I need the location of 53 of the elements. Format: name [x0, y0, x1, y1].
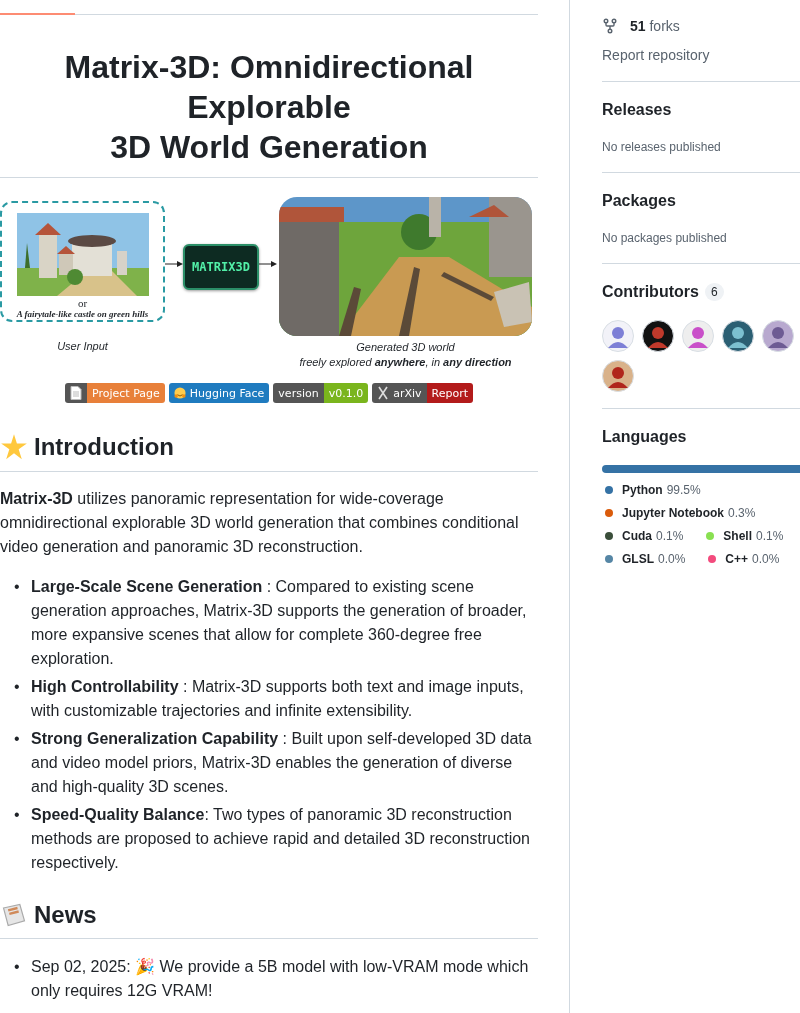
language-percent: 0.0% [658, 551, 686, 568]
model-box: MATRIX3D [183, 244, 259, 290]
language-percent: 0.0% [752, 551, 780, 568]
count-badge: 6 [704, 283, 724, 301]
section-heading: Introduction [34, 432, 174, 462]
cross-icon [377, 386, 390, 400]
language-percent: 99.5% [666, 482, 701, 499]
section-heading: News [34, 900, 97, 930]
section-title: Contributors [602, 282, 699, 302]
output-caption: freely explored anywhere, in any direction [299, 355, 512, 370]
newspaper-icon [0, 901, 28, 929]
news-item: Sep 02, 2025: 🎉 We provide a 5B model with low-VRAM mode which only requires 12G VRAM! [31, 957, 530, 1001]
section-title: Languages [602, 427, 688, 447]
bullet-marker: • [13, 805, 21, 825]
avatar[interactable] [722, 320, 754, 352]
readme-title: Matrix-3D: Omnidirectional Explorable 3D World Generation [0, 47, 538, 178]
document-icon [70, 386, 82, 400]
feature-item: High Controllability : Matrix-3D supports both text and image inputs, with customizable trajectories and infinite extensibility. [31, 677, 525, 721]
language-percent: 0.3% [728, 505, 756, 522]
empty-text: No packages published [602, 230, 728, 247]
feature-item: Large-Scale Scene Generation : Compared to existing scene generation approaches, Matrix-3D supports the generation of broader, more expansive scenes that allow for complete 360-degree free exploration. [31, 577, 528, 669]
or-label: or [77, 298, 88, 309]
input-label: User Input [56, 340, 109, 352]
feature-item: Speed-Quality Balance: Two types of panoramic 3D reconstruction methods are proposed to achieve rapid and detailed 3D reconstruction respectively. [31, 805, 531, 873]
star-icon [0, 433, 28, 461]
language-name: Cuda [622, 528, 652, 545]
language-percent: 0.1% [656, 528, 684, 545]
forks-link[interactable]: 51 forks [630, 16, 680, 36]
smiley-icon [173, 386, 186, 400]
bullet-marker: • [13, 677, 21, 697]
intro-paragraph: Matrix-3D utilizes panoramic representation for wide-coverage omnidirectional explorable 3D world generation that combines conditional video generation and panoramic 3D reconstruction. [0, 489, 520, 557]
empty-text: No releases published [602, 139, 722, 156]
output-caption: Generated 3D world [356, 340, 455, 355]
language-name: C++ [725, 551, 749, 568]
bullet-marker: • [13, 957, 21, 977]
language-name: Python [622, 482, 663, 499]
bullet-marker: • [13, 577, 21, 597]
report-link[interactable]: Report repository [602, 45, 800, 65]
avatar[interactable] [602, 360, 634, 392]
bullet-marker: • [13, 729, 21, 749]
language-name: GLSL [622, 551, 654, 568]
fork-icon [602, 18, 618, 34]
arrow-icon [259, 260, 277, 268]
language-percent: 0.1% [756, 528, 784, 545]
avatar[interactable] [642, 320, 674, 352]
badge-link[interactable]: Hugging Face [168, 383, 270, 403]
prompt-text: A fairytale-like castle on green hills [16, 309, 149, 320]
feature-item: Strong Generalization Capability : Built upon self-developed 3D data and video model priors, Matrix-3D enables the generation of diverse and high-quality 3D scenes. [31, 729, 533, 797]
section-title: Packages [602, 191, 677, 211]
language-name: Jupyter Notebook [622, 505, 724, 522]
arrow-icon [165, 260, 183, 268]
language-name: Shell [723, 528, 753, 545]
section-title: Releases [602, 100, 673, 120]
